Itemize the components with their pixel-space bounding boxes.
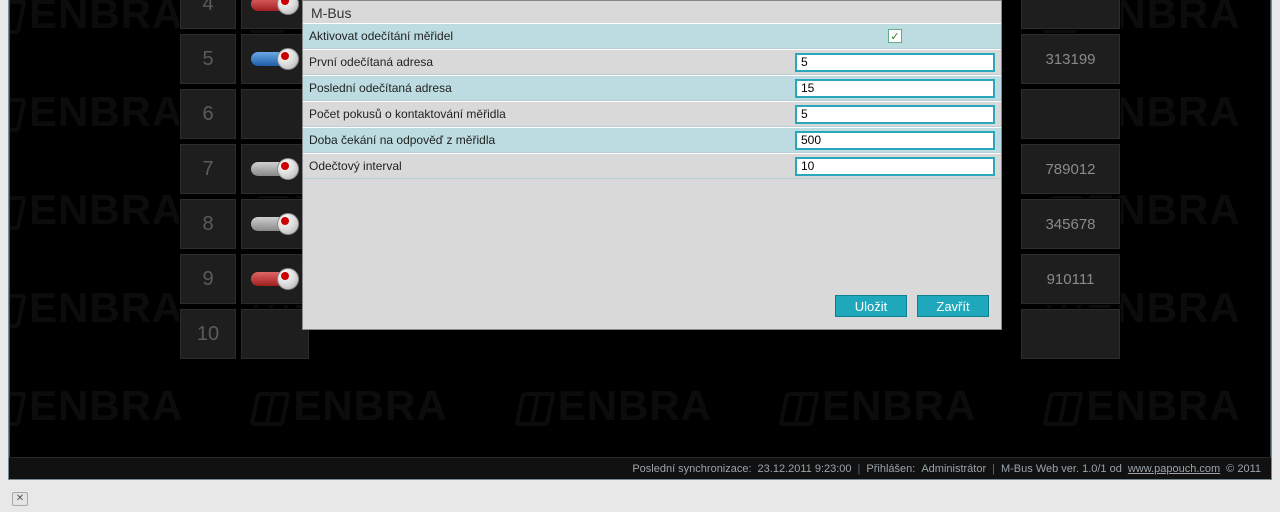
separator: |	[992, 463, 995, 475]
field-wait-label: Doba čekání na odpověď z měřidla	[309, 133, 795, 147]
row-number: 6	[179, 88, 237, 140]
field-first-input[interactable]	[795, 53, 995, 72]
field-wait-row: Doba čekání na odpověď z měřidla	[303, 127, 1001, 153]
status-bar: Poslední synchronizace: 23.12.2011 9:23:…	[9, 457, 1271, 479]
dialog-title: M-Bus	[303, 1, 1001, 23]
meter-icon	[240, 143, 310, 195]
copyright: © 2011	[1226, 463, 1261, 475]
row-value	[1020, 308, 1121, 360]
field-last-row: Poslední odečítaná adresa	[303, 75, 1001, 101]
row-number: 5	[179, 33, 237, 85]
field-interval-label: Odečtový interval	[309, 159, 795, 173]
row-number: 4	[179, 0, 237, 30]
row-number: 10	[179, 308, 237, 360]
field-interval-input[interactable]	[795, 157, 995, 176]
row-number: 9	[179, 253, 237, 305]
meter-icon	[240, 253, 310, 305]
row-number: 7	[179, 143, 237, 195]
row-number: 8	[179, 198, 237, 250]
field-first-row: První odečítaná adresa	[303, 49, 1001, 75]
separator: |	[858, 463, 861, 475]
field-last-input[interactable]	[795, 79, 995, 98]
field-last-label: Poslední odečítaná adresa	[309, 81, 795, 95]
row-value: 789012	[1020, 143, 1121, 195]
field-activate-checkbox[interactable]: ✓	[888, 29, 902, 43]
close-icon[interactable]: ✕	[12, 492, 28, 506]
field-attempts-row: Počet pokusů o kontaktování měřidla	[303, 101, 1001, 127]
field-activate-row: Aktivovat odečítání měřidel ✓	[303, 23, 1001, 49]
field-attempts-label: Počet pokusů o kontaktování měřidla	[309, 107, 795, 121]
sync-time: 23.12.2011 9:23:00	[758, 463, 852, 475]
row-value	[1020, 0, 1121, 30]
meter-icon	[240, 198, 310, 250]
meter-icon	[240, 0, 310, 30]
vendor-link[interactable]: www.papouch.com	[1128, 463, 1220, 475]
meter-icon	[240, 308, 310, 360]
row-value: 313199	[1020, 33, 1121, 85]
version-text: M-Bus Web ver. 1.0/1 od	[1001, 463, 1122, 475]
field-interval-row: Odečtový interval	[303, 153, 1001, 179]
field-attempts-input[interactable]	[795, 105, 995, 124]
field-wait-input[interactable]	[795, 131, 995, 150]
row-value: 910111	[1020, 253, 1121, 305]
meter-icon	[240, 88, 310, 140]
mbus-dialog: M-Bus Aktivovat odečítání měřidel ✓ Prvn…	[302, 0, 1002, 330]
field-activate-label: Aktivovat odečítání měřidel	[309, 29, 795, 43]
login-user: Administrátor	[921, 463, 986, 475]
meter-icon	[240, 33, 310, 85]
sync-label: Poslední synchronizace:	[632, 463, 751, 475]
row-value	[1020, 88, 1121, 140]
row-value: 345678	[1020, 198, 1121, 250]
save-button[interactable]: Uložit	[835, 295, 907, 317]
field-first-label: První odečítaná adresa	[309, 55, 795, 69]
close-button[interactable]: Zavřít	[917, 295, 989, 317]
login-label: Přihlášen:	[866, 463, 915, 475]
